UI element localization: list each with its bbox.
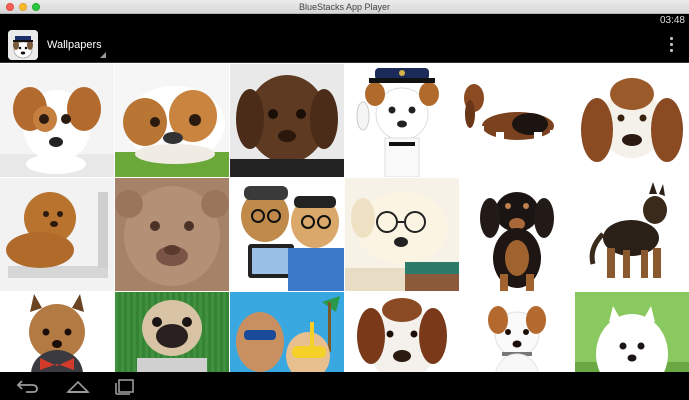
wallpaper-tile[interactable] <box>0 292 114 372</box>
jack-russell-puppy-photo <box>0 64 114 177</box>
wallpaper-tile[interactable] <box>115 178 229 291</box>
labrador-glasses-books-photo <box>345 178 459 291</box>
brown-labrador-puppy-photo <box>230 64 344 177</box>
pitbull-closeup-photo <box>115 178 229 291</box>
wallpaper-tile[interactable] <box>115 64 229 177</box>
wallpaper-tile[interactable] <box>0 64 114 177</box>
wallpaper-tile[interactable] <box>460 178 574 291</box>
jack-russell-police-hat-photo <box>345 64 459 177</box>
android-status-bar: 03:48 <box>0 14 689 28</box>
pug-on-grass-photo <box>115 292 229 372</box>
wallpaper-tile[interactable] <box>345 64 459 177</box>
dachshund-sitting-photo <box>460 178 574 291</box>
wallpaper-tile[interactable] <box>575 178 689 291</box>
home-icon[interactable] <box>64 376 92 396</box>
yorkshire-terrier-photo <box>0 292 114 372</box>
wallpaper-tile[interactable] <box>460 292 574 372</box>
saint-bernard-puppy-photo <box>345 292 459 372</box>
wallpaper-tile[interactable] <box>115 292 229 372</box>
wallpaper-tile[interactable] <box>230 292 344 372</box>
window-title: BlueStacks App Player <box>298 2 391 12</box>
dogs-beach-goggles-photo <box>230 292 344 372</box>
dropdown-indicator-icon[interactable] <box>100 52 106 58</box>
window-titlebar: BlueStacks App Player <box>0 0 689 14</box>
status-time: 03:48 <box>659 15 685 26</box>
wallpaper-grid <box>0 62 689 372</box>
recents-icon[interactable] <box>112 376 140 396</box>
poodle-on-laptop-photo <box>0 178 114 291</box>
wallpaper-tile[interactable] <box>460 64 574 177</box>
wallpaper-tile[interactable] <box>230 64 344 177</box>
wallpaper-tile[interactable] <box>345 292 459 372</box>
back-icon[interactable] <box>14 376 42 396</box>
basset-hound-lying-photo <box>575 64 689 177</box>
wallpaper-tile[interactable] <box>230 178 344 291</box>
dogs-selfie-glasses-photo <box>230 178 344 291</box>
white-pomeranian-photo <box>575 292 689 372</box>
app-logo-icon[interactable] <box>8 30 38 60</box>
app-title[interactable]: Wallpapers <box>47 38 102 52</box>
wallpaper-tile[interactable] <box>0 178 114 291</box>
basset-hound-standing-photo <box>460 64 574 177</box>
more-vert-icon[interactable] <box>668 37 676 53</box>
wallpaper-tile[interactable] <box>575 64 689 177</box>
german-shepherd-standing-photo <box>575 178 689 291</box>
android-nav-bar <box>0 372 689 400</box>
app-toolbar: Wallpapers <box>0 28 689 62</box>
jack-russell-sitting-photo <box>460 292 574 372</box>
wallpaper-tile[interactable] <box>345 178 459 291</box>
bulldog-on-grass-photo <box>115 64 229 177</box>
wallpaper-tile[interactable] <box>575 292 689 372</box>
